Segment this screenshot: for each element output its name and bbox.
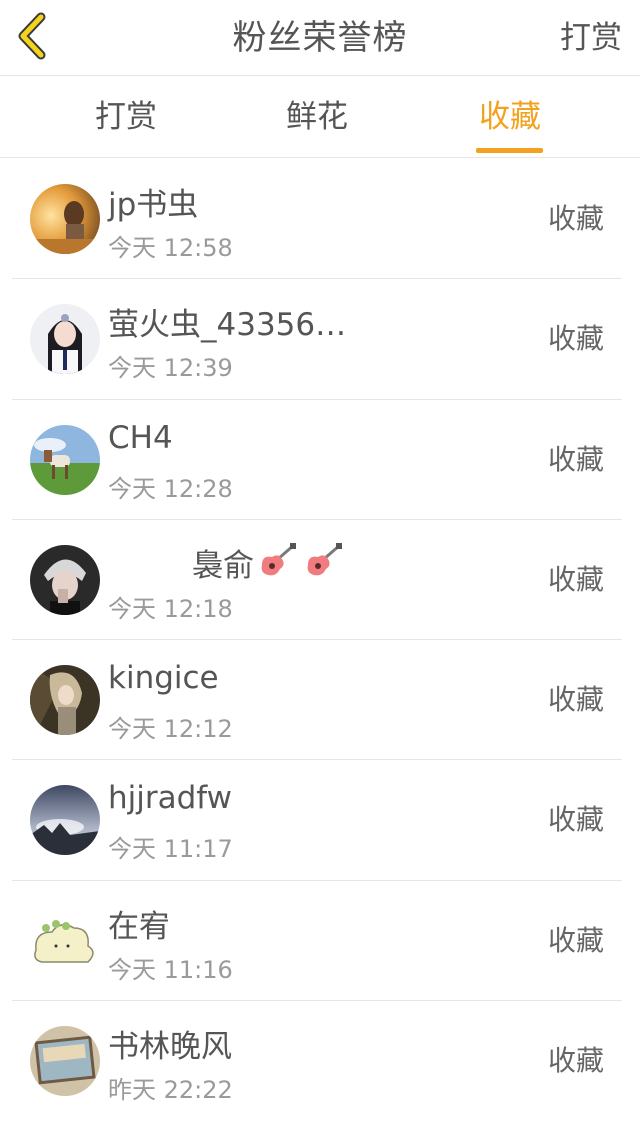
- fan-name: CH4: [108, 419, 173, 456]
- fan-name: 书林晚风: [108, 1029, 232, 1066]
- fan-time: 今天 11:17: [108, 835, 233, 864]
- list-item[interactable]: 书林晚风 昨天 22:22 收藏: [0, 1001, 640, 1121]
- list-item[interactable]: 裊俞 今天 12:18 收藏: [0, 520, 640, 641]
- tab-bar: 打赏 鲜花 收藏: [0, 76, 640, 158]
- avatar: [30, 1026, 100, 1097]
- tab-collect[interactable]: 收藏: [450, 76, 570, 158]
- fan-name-group: 裊俞: [192, 540, 344, 587]
- fan-action: 收藏: [547, 803, 604, 837]
- fan-list: jp书虫 今天 12:58 收藏 萤火虫_43356… 今天 12:39 收藏: [0, 159, 640, 1121]
- avatar: [30, 544, 100, 615]
- tab-flowers[interactable]: 鲜花: [257, 76, 377, 158]
- fan-action: 收藏: [547, 442, 604, 476]
- list-item[interactable]: CH4 今天 12:28 收藏: [0, 400, 640, 520]
- fan-action: 收藏: [547, 1044, 604, 1078]
- fan-name: jp书虫: [108, 187, 199, 223]
- tab-reward[interactable]: 打赏: [66, 76, 186, 158]
- page-title: 粉丝荣誉榜: [232, 18, 408, 58]
- fan-action: 收藏: [547, 202, 604, 235]
- fan-time: 今天 12:28: [108, 474, 233, 503]
- avatar: [30, 184, 100, 254]
- fan-name: hjjradfw: [108, 780, 233, 817]
- fan-time: 今天 12:18: [108, 594, 233, 623]
- avatar: [30, 905, 100, 976]
- fan-action: 收藏: [547, 562, 604, 596]
- avatar: [30, 424, 100, 495]
- avatar: [30, 785, 100, 856]
- list-item[interactable]: 在宥 今天 11:16 收藏: [0, 881, 640, 1002]
- list-item[interactable]: kingice 今天 12:12 收藏: [0, 640, 640, 761]
- fan-time: 昨天 22:22: [108, 1076, 233, 1105]
- active-tab-indicator: [476, 148, 543, 153]
- fan-action: 收藏: [547, 322, 604, 356]
- fan-name: 萤火虫_43356…: [108, 307, 347, 344]
- fan-action: 收藏: [547, 923, 604, 957]
- fan-time: 今天 12:39: [108, 354, 233, 383]
- guitar-emoji-icon: [258, 542, 298, 587]
- nav-bar: 粉丝荣誉榜 打赏: [0, 0, 640, 76]
- avatar: [30, 665, 100, 736]
- fan-name: 裊俞: [192, 547, 254, 584]
- list-item[interactable]: hjjradfw 今天 11:17 收藏: [0, 760, 640, 881]
- list-item[interactable]: jp书虫 今天 12:58 收藏: [0, 159, 640, 280]
- fan-name: 在宥: [108, 908, 170, 945]
- avatar: [30, 304, 100, 375]
- reward-button[interactable]: 打赏: [560, 0, 622, 76]
- fan-action: 收藏: [547, 683, 604, 717]
- fan-time: 今天 12:58: [108, 234, 233, 262]
- fan-time: 今天 11:16: [108, 955, 233, 984]
- fan-name: kingice: [108, 660, 219, 697]
- list-item[interactable]: 萤火虫_43356… 今天 12:39 收藏: [0, 279, 640, 400]
- guitar-emoji-icon: [304, 542, 344, 587]
- fan-time: 今天 12:12: [108, 715, 233, 744]
